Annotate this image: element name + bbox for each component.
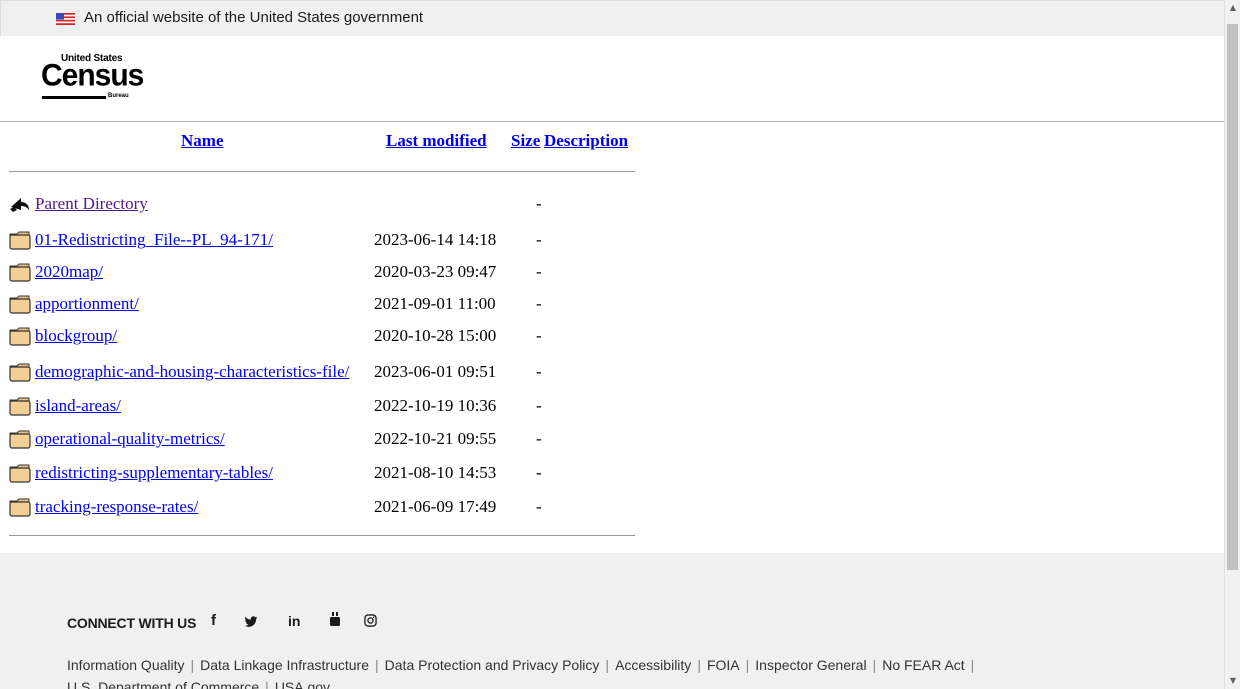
directory-link[interactable]: operational-quality-metrics/ [35,429,225,449]
directory-link[interactable]: 2020map/ [35,262,103,282]
folder-icon [9,498,31,517]
row-modified: 2020-10-28 15:00 [374,326,497,345]
instagram-icon[interactable] [364,614,377,627]
scroll-up-arrow-icon[interactable]: ▲ [1225,0,1240,16]
column-header-last-modified[interactable]: Last modified [386,131,487,151]
table-footer-divider [9,535,635,536]
linkedin-icon[interactable]: in [288,613,300,629]
footer-separator: | [745,657,750,673]
footer-link-data-linkage[interactable]: Data Linkage Infrastructure [200,657,369,673]
logo-main-text: Census [41,58,144,93]
connect-with-us-label: CONNECT WITH US [67,615,197,631]
back-arrow-icon [10,198,29,212]
row-modified: 2023-06-14 14:18 [374,230,497,249]
twitter-icon[interactable] [244,616,258,628]
vertical-scrollbar[interactable]: ▲ ▼ [1224,0,1240,689]
table-row: blockgroup/ 2020-10-28 15:00 - [9,323,635,351]
folder-icon [9,231,31,250]
directory-link[interactable]: island-areas/ [35,396,121,416]
row-size: - [536,230,542,249]
footer-link-commerce[interactable]: U.S. Department of Commerce [67,679,259,689]
gov-banner: An official website of the United States… [0,0,1224,36]
footer-separator: | [265,679,269,689]
site-footer: CONNECT WITH US f in Information Quality… [0,553,1224,689]
folder-icon [9,397,31,416]
row-modified: 2022-10-19 10:36 [374,396,497,415]
directory-link[interactable]: apportionment/ [35,294,139,314]
footer-link-inspector-general[interactable]: Inspector General [755,657,866,673]
folder-icon [9,430,31,449]
row-modified: 2020-03-23 09:47 [374,262,497,281]
table-row: Parent Directory - [9,191,635,219]
footer-link-privacy-policy[interactable]: Data Protection and Privacy Policy [385,657,600,673]
footer-links: Information Quality | Data Linkage Infrast… [67,654,1167,689]
table-row: demographic-and-housing-characteristics-… [9,359,635,387]
column-header-description[interactable]: Description [544,131,628,151]
column-header-name[interactable]: Name [181,131,223,151]
scrollbar-thumb[interactable] [1227,24,1238,570]
table-row: 2020map/ 2020-03-23 09:47 - [9,259,635,287]
table-row: tracking-response-rates/ 2021-06-09 17:4… [9,494,635,522]
row-size: - [536,497,542,516]
footer-link-accessibility[interactable]: Accessibility [615,657,691,673]
footer-separator: | [375,657,379,673]
row-size: - [536,262,542,281]
row-size: - [536,429,542,448]
row-size: - [536,463,542,482]
page: An official website of the United States… [0,0,1224,689]
directory-link[interactable]: tracking-response-rates/ [35,497,198,517]
logo-bureau-text: Bureau [108,93,129,99]
row-size: - [536,396,542,415]
column-header-size[interactable]: Size [511,131,540,151]
footer-links-row: U.S. Department of Commerce | USA.gov [67,676,1167,689]
directory-link[interactable]: redistricting-supplementary-tables/ [35,463,273,483]
footer-link-foia[interactable]: FOIA [707,657,740,673]
footer-separator: | [605,657,610,673]
row-modified: 2021-08-10 14:53 [374,463,497,482]
youtube-icon[interactable] [329,611,341,627]
footer-separator: | [697,657,701,673]
folder-icon [9,464,31,483]
row-size: - [536,194,542,213]
footer-separator: | [872,657,877,673]
folder-icon [9,295,31,314]
row-size: - [536,362,542,381]
folder-icon [9,327,31,346]
us-flag-icon [56,13,75,25]
row-size: - [536,294,542,313]
footer-links-row: Information Quality | Data Linkage Infrast… [67,654,1167,676]
table-row: island-areas/ 2022-10-19 10:36 - [9,393,635,421]
gov-banner-text: An official website of the United States… [84,9,424,26]
folder-icon [9,363,31,382]
footer-link-information-quality[interactable]: Information Quality [67,657,185,673]
row-modified: 2022-10-21 09:55 [374,429,497,448]
directory-link[interactable]: demographic-and-housing-characteristics-… [35,362,349,382]
row-modified: 2021-06-09 17:49 [374,497,497,516]
parent-directory-link[interactable]: Parent Directory [35,194,148,214]
row-size: - [536,326,542,345]
logo-bar [42,96,106,99]
directory-link[interactable]: 01-Redistricting_File--PL_94-171/ [35,230,273,250]
table-row: 01-Redistricting_File--PL_94-171/ 2023-0… [9,227,635,255]
row-modified: 2023-06-01 09:51 [374,362,497,381]
footer-link-no-fear-act[interactable]: No FEAR Act [882,657,964,673]
table-row: redistricting-supplementary-tables/ 2021… [9,460,635,488]
row-modified: 2021-09-01 11:00 [374,294,496,313]
directory-link[interactable]: blockgroup/ [35,326,117,346]
footer-link-usa-gov[interactable]: USA.gov [275,679,330,689]
footer-separator: | [970,657,975,673]
footer-separator: | [190,657,195,673]
table-row: apportionment/ 2021-09-01 11:00 - [9,291,635,319]
folder-icon [9,263,31,282]
facebook-icon[interactable]: f [211,612,216,629]
scroll-down-arrow-icon[interactable]: ▼ [1225,673,1240,689]
table-row: operational-quality-metrics/ 2022-10-21 … [9,426,635,454]
census-logo[interactable]: United States Census Bureau [36,52,146,104]
header-divider [0,121,1224,122]
table-header-divider [9,171,635,172]
